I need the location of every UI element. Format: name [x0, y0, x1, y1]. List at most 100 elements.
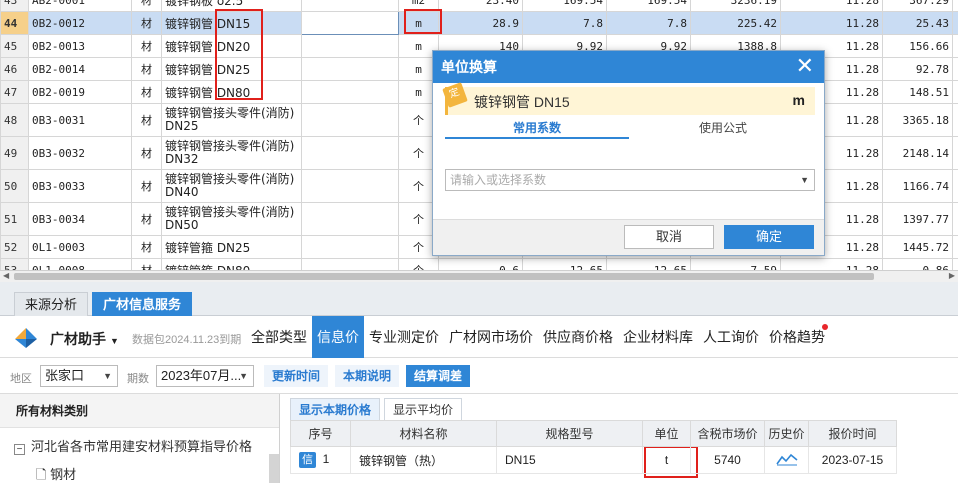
row-number: 50	[0, 169, 29, 203]
filler-cell	[952, 34, 958, 58]
cancel-button[interactable]: 取消	[624, 225, 714, 249]
dialog-tabs: 常用系数 使用公式	[445, 117, 815, 139]
update-time-button[interactable]: 更新时间	[264, 365, 329, 387]
tab-market-price[interactable]: 广材网市场价	[444, 316, 538, 358]
rate-cell: 11.28	[780, 0, 883, 12]
col-history: 历史价	[764, 420, 809, 447]
tab-info-price[interactable]: 信息价	[312, 316, 364, 358]
table-row[interactable]: 44 0B2-0012 材镀锌钢管 DN15 m 28.9 7.8 7.8 225.42 11.…	[0, 11, 958, 35]
close-icon[interactable]: ✕	[796, 51, 814, 81]
spec-cell	[301, 80, 399, 104]
notification-dot-icon	[822, 324, 828, 330]
material-code: 0B2-0012	[28, 11, 132, 35]
filler-cell	[952, 57, 958, 81]
tab-current-price[interactable]: 显示本期价格	[290, 398, 381, 420]
material-name-cell: 镀锌钢管 DN20	[161, 34, 302, 58]
assistant-toolbar: 广材助手 ▼ 数据包2024.11.23到期 全部类型 信息价 专业测定价 广材网…	[0, 316, 958, 358]
price-cell: 169.54	[606, 0, 691, 12]
region-value: 张家口	[45, 368, 85, 383]
region-select[interactable]: 张家口 ▼	[40, 365, 118, 387]
period-label: 期数	[127, 373, 149, 385]
tab-all-types[interactable]: 全部类型	[246, 316, 312, 358]
filler-cell	[952, 136, 958, 170]
spec-cell	[301, 202, 399, 236]
spec-cell	[301, 57, 399, 81]
row-number: 49	[0, 136, 29, 170]
material-name-cell: 镀锌管箍 DN25	[161, 235, 302, 259]
spec-cell	[301, 103, 399, 137]
row-price: 5740	[690, 446, 765, 474]
table-row[interactable]: 信 1 镀锌钢管（热） DN15 t 5740 2023-07-15	[290, 446, 897, 474]
row-material-name: 镀锌钢管（热）	[350, 446, 497, 474]
scroll-left-icon[interactable]: ◀	[3, 271, 9, 280]
total-cell: 0.86	[882, 258, 953, 270]
price-cell: 7.8	[522, 11, 607, 35]
quantity-cell: 23.40	[438, 0, 523, 12]
material-code: 0B3-0033	[28, 169, 132, 203]
table-row[interactable]: 530L1-0008材镀锌管箍 DN80个0.612.6512.657.5911…	[0, 258, 958, 270]
row-unit: t	[642, 446, 691, 474]
caret-down-icon[interactable]: ▼	[800, 170, 809, 190]
tab-material-info-service[interactable]: 广材信息服务	[92, 292, 193, 316]
scrollbar-thumb[interactable]	[14, 273, 874, 280]
total-cell: 1445.72	[882, 235, 953, 259]
document-icon: 🗋	[36, 467, 47, 482]
vertical-scrollbar[interactable]	[269, 454, 279, 483]
unit-cell: m	[398, 11, 439, 35]
tab-average-price[interactable]: 显示平均价	[384, 398, 463, 420]
assistant-dropdown[interactable]: 广材助手 ▼	[50, 329, 119, 349]
period-notes-button[interactable]: 本期说明	[335, 365, 400, 387]
filler-cell	[952, 11, 958, 35]
amount-cell: 225.42	[690, 11, 781, 35]
tab-source-analysis[interactable]: 来源分析	[14, 292, 89, 316]
col-material-name: 材料名称	[350, 420, 497, 447]
caret-down-icon: ▼	[110, 336, 119, 346]
settlement-adjust-button[interactable]: 结算调差	[406, 365, 471, 387]
tab-common-factor[interactable]: 常用系数	[445, 117, 629, 139]
trend-chart-icon[interactable]	[775, 452, 798, 466]
tab-use-formula[interactable]: 使用公式	[631, 117, 815, 139]
assistant-label: 广材助手	[50, 331, 106, 347]
factor-combobox[interactable]: 请输入或选择系数 ▼	[445, 169, 815, 191]
confirm-button[interactable]: 确定	[724, 225, 814, 249]
tab-price-trend[interactable]: 价格趋势	[764, 316, 830, 358]
category-cell: 材	[131, 80, 162, 104]
filler-cell	[952, 169, 958, 203]
price-cell: 12.65	[606, 258, 691, 270]
row-number: 43	[0, 0, 29, 12]
total-cell: 156.66	[882, 34, 953, 58]
tree-root-label: 河北省各市常用建安材料预算指导价格	[31, 439, 253, 454]
period-select[interactable]: 2023年07月... ▼	[156, 365, 254, 387]
category-cell: 材	[131, 258, 162, 270]
tab-manual-inquiry[interactable]: 人工询价	[698, 316, 764, 358]
row-number: 51	[0, 202, 29, 236]
bottom-tabbar: 来源分析 广材信息服务	[0, 282, 958, 316]
table-row[interactable]: 43 AB2-0001 材镀锌钢板 δ2.5 m2 23.40 169.54 169.54 3…	[0, 0, 958, 12]
region-label: 地区	[10, 373, 32, 385]
unit-cell: 个	[398, 258, 439, 270]
category-cell: 材	[131, 202, 162, 236]
material-code: AB2-0001	[28, 0, 132, 12]
tab-enterprise-library[interactable]: 企业材料库	[618, 316, 698, 358]
scroll-right-icon[interactable]: ▶	[949, 271, 955, 280]
filler-cell	[952, 235, 958, 259]
collapse-icon[interactable]: −	[14, 444, 25, 455]
tree-child-label: 钢材	[50, 467, 77, 482]
dialog-title: 单位换算	[441, 59, 497, 75]
tab-professional-price[interactable]: 专业测定价	[364, 316, 444, 358]
info-badge: 信	[299, 452, 316, 468]
tab-supplier-price[interactable]: 供应商价格	[538, 316, 618, 358]
price-cell: 169.54	[522, 0, 607, 12]
tree-node-steel[interactable]: 🗋 钢材	[36, 464, 76, 483]
amount-cell: 7.59	[690, 258, 781, 270]
row-history-cell[interactable]	[764, 446, 809, 474]
category-cell: 材	[131, 34, 162, 58]
horizontal-scrollbar[interactable]: ◀ ▶	[0, 270, 958, 282]
spec-cell[interactable]	[301, 11, 399, 35]
tree-node-root[interactable]: − 河北省各市常用建安材料预算指导价格	[14, 436, 252, 455]
row-index: 1	[322, 452, 330, 466]
row-number: 53	[0, 258, 29, 270]
material-name-cell: 镀锌钢管 DN80	[161, 80, 302, 104]
filler-cell	[952, 0, 958, 12]
unit-conversion-dialog: 单位换算 ✕ 定 镀锌钢管 DN15 m 常用系数 使用公式 请输入或选择系数 …	[432, 50, 825, 256]
